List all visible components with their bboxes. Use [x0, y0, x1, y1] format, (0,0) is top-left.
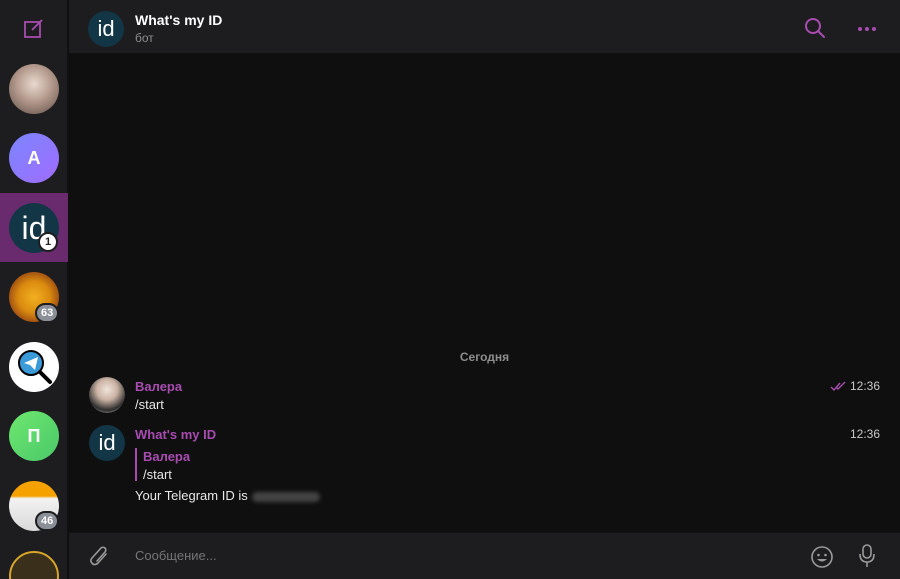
more-icon[interactable] [857, 26, 877, 32]
bot-avatar[interactable]: id [89, 425, 125, 461]
chat-avatar-6[interactable]: П [9, 411, 59, 461]
compose-icon[interactable] [22, 17, 46, 41]
chat-subtitle: бот [135, 31, 154, 45]
emoji-icon[interactable] [810, 545, 834, 569]
chat-avatar-letter: П [27, 425, 41, 446]
avatar[interactable] [89, 377, 125, 413]
chat-sidebar: A id 1 63 П 46 [0, 0, 68, 579]
reply-sender[interactable]: Валера [143, 449, 190, 464]
message-text: Your Telegram ID is [135, 488, 248, 503]
chat-avatar-letter: A [27, 147, 41, 168]
paperclip-icon[interactable] [89, 545, 111, 569]
search-icon[interactable] [804, 17, 826, 39]
message-composer [69, 532, 900, 579]
reply-bar [135, 448, 137, 481]
chat-avatar-2[interactable]: A [9, 133, 59, 183]
message-input[interactable] [135, 548, 735, 563]
microphone-icon[interactable] [857, 543, 877, 569]
unread-badge: 1 [38, 232, 58, 252]
bot-avatar-text: id [98, 430, 116, 455]
chat-title[interactable]: What's my ID [135, 12, 222, 28]
message-list: Сегодня Валера /start 12:36 id What's my… [69, 55, 900, 531]
message-sender[interactable]: What's my ID [135, 427, 216, 442]
message-time: 12:36 [850, 379, 881, 393]
message-text[interactable]: /start [135, 397, 164, 412]
message-text-line[interactable]: Your Telegram ID is [135, 488, 320, 503]
unread-badge: 46 [35, 511, 60, 531]
date-separator: Сегодня [459, 350, 510, 364]
chat-avatar-5[interactable] [9, 342, 59, 392]
message-sender[interactable]: Валера [135, 379, 182, 394]
bot-avatar-text: id [97, 16, 115, 41]
unread-badge: 63 [35, 303, 60, 323]
chat-avatar-1[interactable] [9, 64, 59, 114]
reply-text[interactable]: /start [143, 467, 172, 482]
chat-header: id What's my ID бот [69, 0, 900, 54]
message-time: 12:36 [850, 427, 881, 441]
chat-avatar-8[interactable] [9, 551, 59, 579]
read-checkmarks-icon [830, 381, 846, 391]
bot-avatar[interactable]: id [88, 11, 124, 47]
telegram-search-icon [18, 350, 52, 384]
blurred-id-value [251, 491, 320, 502]
